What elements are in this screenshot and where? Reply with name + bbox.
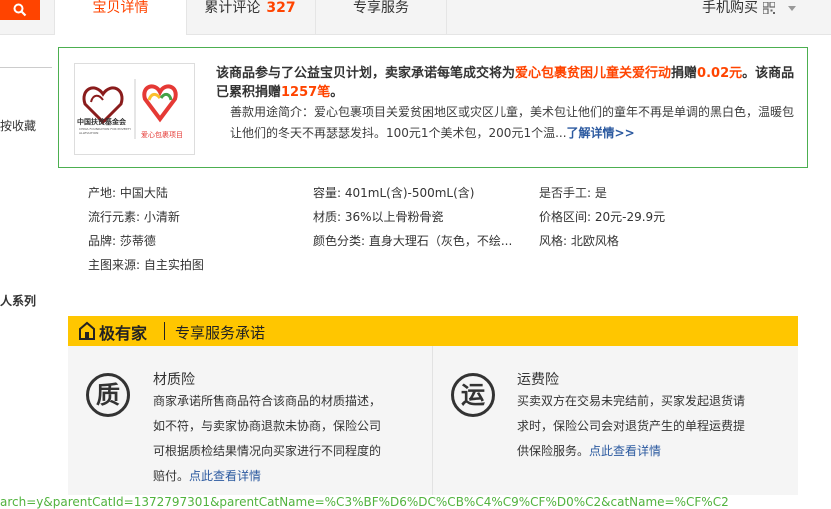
service-divider (432, 346, 433, 496)
quality-line-4: 赔付。 (153, 469, 190, 483)
home-icon (79, 321, 95, 340)
search-button[interactable] (0, 0, 40, 20)
review-count: 327 (266, 0, 296, 16)
status-url: arch=y&parentCatId=1372797301&parentCatN… (0, 495, 831, 509)
quality-line-2: 如不符，与卖家协商退款未协商，保险公司 (153, 419, 382, 433)
sidebar-favorite-label[interactable]: 按收藏 (0, 117, 36, 134)
attr-style-element: 流行元素: 小清新 (88, 210, 180, 224)
tab-details[interactable]: 宝贝详情 (54, 0, 187, 35)
charity-logo: 中国扶贫基金会 CHINA FOUNDATION FOR POVERTY ALL… (74, 63, 195, 155)
quality-icon: 质 (86, 373, 130, 417)
attr-style: 风格: 北欧风格 (539, 234, 619, 248)
shipping-details-link[interactable]: 点此查看详情 (589, 444, 661, 458)
charity-count: 1257笔 (281, 85, 331, 100)
attr-brand: 品牌: 莎蒂德 (88, 234, 156, 248)
quality-line-3: 可根据质检结果情况向买家进行不同程度的 (153, 444, 382, 458)
qr-code-icon[interactable] (763, 2, 775, 14)
quality-details-link[interactable]: 点此查看详情 (189, 469, 261, 483)
quality-line-1: 商家承诺所售商品符合该商品的材质描述， (153, 394, 382, 408)
mobile-buy-link[interactable]: 手机购买 (702, 0, 758, 16)
chevron-down-icon[interactable] (788, 6, 796, 11)
service-title: 专享服务承诺 (175, 324, 266, 342)
service-brand: 极有家 (99, 324, 148, 343)
charity-description: 善款用途简介：爱心包裹项目关爱贫困地区或灾区儿童，美术包让他们的童年不再是单调的… (230, 102, 800, 144)
shipping-insurance-desc: 买卖双方在交易未完结前，买家发起退货请 求时，保险公司会对退货产生的单程运费提 … (517, 389, 745, 464)
charity-logo-text-en: CHINA FOUNDATION FOR POVERTY ALLEVIATION (79, 127, 132, 135)
attr-color: 颜色分类: 直身大理石（灰色，不绘... (313, 234, 513, 248)
charity-logo-text: 中国扶贫基金会 (77, 118, 126, 126)
charity-title: 该商品参与了公益宝贝计划，卖家承诺每笔成交将为爱心包裹贫困儿童关爱行动捐赠0.0… (216, 64, 801, 102)
attr-handmade: 是否手工: 是 (539, 186, 607, 200)
charity-amount: 0.02元 (697, 66, 743, 81)
quality-insurance-title: 材质险 (153, 372, 195, 388)
attr-material: 材质: 36%以上骨粉骨瓷 (313, 210, 444, 224)
charity-donate-word: 捐赠 (671, 66, 698, 81)
tab-service-label: 专享服务 (353, 0, 409, 16)
charity-more-link[interactable]: 了解详情>> (567, 126, 635, 140)
attr-price-range: 价格区间: 20元-29.9元 (539, 210, 666, 224)
charity-desc-label-text: 善款用途简介： (230, 105, 315, 119)
shipping-line-1: 买卖双方在交易未完结前，买家发起退货请 (517, 394, 746, 408)
attr-origin: 产地: 中国大陆 (88, 186, 168, 200)
tab-service[interactable]: 专享服务 (316, 0, 447, 34)
attr-capacity: 容量: 401mL(含)-500mL(含) (313, 186, 475, 200)
tab-details-label: 宝贝详情 (92, 0, 149, 16)
sidebar-series-label: 人系列 (0, 294, 37, 308)
charity-desc-text: 爱心包裹项目关爱贫困地区或灾区儿童，美术包让他们的童年不再是单调的黑白色，温暖包… (230, 105, 795, 140)
tab-reviews[interactable]: 累计评论 327 (185, 0, 316, 34)
shipping-icon: 运 (451, 373, 495, 417)
sidebar-divider (0, 67, 52, 68)
shipping-line-2: 求时，保险公司会对退货产生的单程运费提 (517, 419, 746, 433)
shipping-line-3: 供保险服务。 (517, 444, 590, 458)
charity-project-name: 爱心包裹贫困儿童关爱行动 (515, 66, 672, 81)
tab-reviews-label: 累计评论 (204, 0, 261, 16)
charity-title-prefix: 该商品参与了公益宝贝计划，卖家承诺每笔成交将为 (216, 66, 516, 81)
shipping-insurance-title: 运费险 (517, 372, 559, 388)
search-icon (13, 3, 27, 17)
quality-insurance-desc: 商家承诺所售商品符合该商品的材质描述， 如不符，与卖家协商退款未协商，保险公司 … (153, 389, 381, 489)
service-header-separator (164, 322, 165, 340)
charity-end-text: 。 (330, 85, 344, 100)
charity-project-logo-text: 爱心包裹项目 (141, 131, 183, 139)
charity-logo-graphic (82, 79, 178, 139)
attr-image-source: 主图来源: 自主实拍图 (88, 258, 204, 272)
